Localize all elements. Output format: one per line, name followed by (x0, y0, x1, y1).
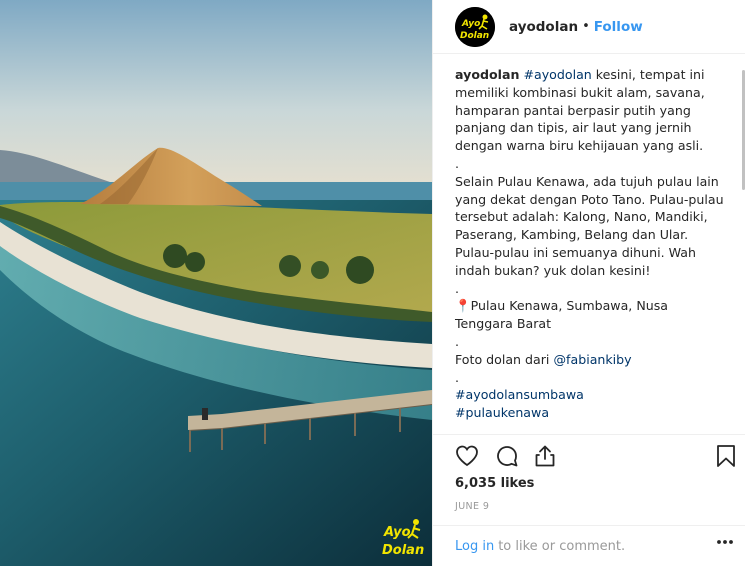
ayodolan-avatar-logo: Ayo Dolan (455, 6, 495, 47)
ayodolan-watermark-logo: Ayo Dolan (382, 519, 424, 558)
svg-text:Dolan: Dolan (382, 543, 424, 558)
caption-author[interactable]: ayodolan (455, 67, 519, 82)
caption-dot: . (455, 369, 460, 385)
comment-icon[interactable] (495, 444, 519, 468)
heart-icon[interactable] (455, 444, 479, 468)
header-username[interactable]: ayodolan (509, 19, 578, 35)
caption-text: Selain Pulau Kenawa, ada tujuh pulau lai… (455, 173, 728, 278)
svg-text:Ayo: Ayo (461, 19, 480, 29)
post-side-panel: Ayo Dolan ayodolan • Follow ayodolan #ay… (432, 0, 745, 566)
post-date[interactable]: JUNE 9 (455, 501, 489, 512)
likes-count[interactable]: 6,035 likes (455, 476, 534, 491)
caption: ayodolan #ayodolan kesini, tempat ini me… (455, 66, 728, 422)
caption-credit-prefix: Foto dolan dari (455, 351, 554, 367)
caption-dot: . (455, 155, 460, 171)
caption-scrollbar[interactable] (740, 66, 745, 436)
header-separator: • (582, 19, 590, 34)
caption-dot: . (455, 333, 460, 349)
post-photo[interactable]: Ayo Dolan (0, 0, 432, 566)
login-link[interactable]: Log in (455, 539, 494, 554)
follow-button[interactable]: Follow (594, 19, 643, 35)
post-header: Ayo Dolan ayodolan • Follow (433, 0, 745, 54)
island-landscape-image (0, 0, 432, 566)
svg-text:Dolan: Dolan (460, 31, 489, 41)
caption-hashtag[interactable]: #pulaukenawa (455, 405, 549, 420)
action-bar (433, 434, 745, 478)
login-prompt-text: to like or comment. (498, 538, 626, 554)
svg-text:Ayo: Ayo (383, 525, 411, 540)
share-icon[interactable] (533, 444, 557, 468)
caption-dot: . (455, 280, 460, 296)
avatar[interactable]: Ayo Dolan (455, 6, 495, 47)
caption-hashtag[interactable]: #ayodolan (523, 67, 591, 82)
comment-footer: Log in to like or comment. (433, 525, 745, 566)
caption-hashtag[interactable]: #ayodolansumbawa (455, 387, 584, 402)
caption-scroll-area[interactable]: ayodolan #ayodolan kesini, tempat ini me… (433, 66, 738, 436)
bookmark-icon[interactable] (715, 444, 737, 468)
caption-location: 📍Pulau Kenawa, Sumbawa, Nusa Tenggara Ba… (455, 298, 673, 332)
caption-mention-link[interactable]: @fabiankiby (553, 352, 631, 367)
more-options-icon[interactable] (716, 539, 734, 545)
